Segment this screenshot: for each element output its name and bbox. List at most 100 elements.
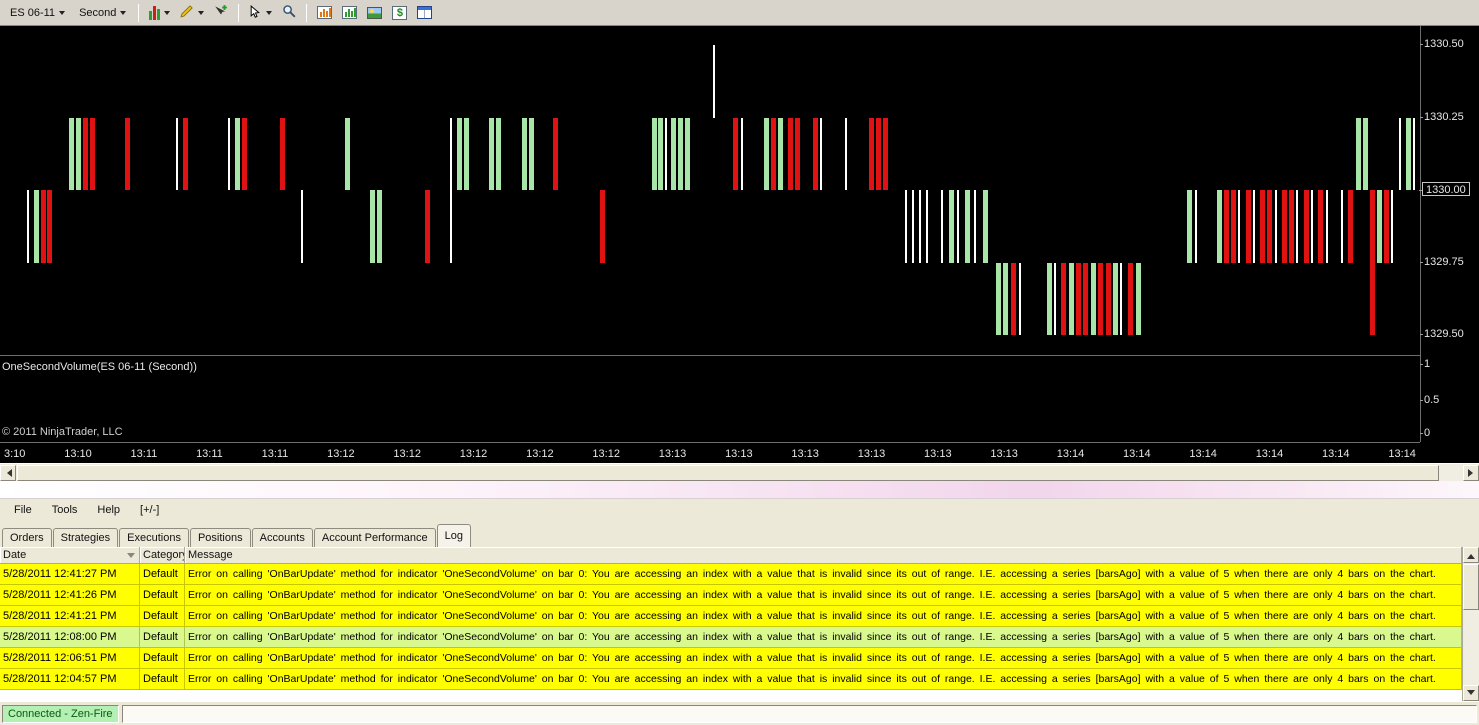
scroll-up-button[interactable]: [1463, 547, 1479, 563]
price-bar: [1246, 190, 1251, 263]
price-bar: [905, 190, 907, 263]
chart-trader-button[interactable]: $: [388, 2, 411, 24]
price-bar: [876, 117, 881, 190]
control-center-header-strip: [0, 481, 1479, 499]
column-header-message[interactable]: Message: [185, 547, 1462, 563]
time-axis-label: 13:11: [130, 447, 158, 460]
log-row[interactable]: 5/28/2011 12:04:57 PM Default Error on cal…: [0, 669, 1462, 690]
chart-horizontal-scrollbar[interactable]: [0, 463, 1479, 481]
price-bar: [713, 45, 715, 118]
price-bar: [1260, 190, 1265, 263]
log-cell-msg: Error on calling 'OnBarUpdate' method fo…: [185, 669, 1462, 689]
price-bar: [1120, 262, 1122, 335]
price-bar: [764, 117, 769, 190]
chart-style-button[interactable]: [145, 2, 174, 24]
price-bar: [671, 117, 676, 190]
price-bar: [464, 117, 469, 190]
log-row[interactable]: 5/28/2011 12:41:27 PM Default Error on cal…: [0, 564, 1462, 585]
zoom-button[interactable]: [278, 2, 300, 24]
log-row[interactable]: 5/28/2011 12:41:21 PM Default Error on cal…: [0, 606, 1462, 627]
drawing-tools-button[interactable]: [176, 2, 208, 24]
volume-panel[interactable]: OneSecondVolume(ES 06-11 (Second)) © 201…: [0, 356, 1420, 441]
price-bar: [377, 190, 382, 263]
price-axis-label: 1329.75: [1420, 255, 1464, 268]
log-cell-date: 5/28/2011 12:41:27 PM: [0, 564, 140, 584]
price-bar: [83, 117, 88, 190]
price-bar: [974, 190, 976, 263]
log-row[interactable]: 5/28/2011 12:06:51 PM Default Error on cal…: [0, 648, 1462, 669]
price-bar: [1195, 190, 1197, 263]
price-bar: [176, 117, 178, 190]
log-vertical-scrollbar[interactable]: [1462, 547, 1479, 701]
scroll-right-button[interactable]: [1463, 465, 1479, 481]
price-axis[interactable]: 1330.50 1330.25 1330.00 1329.75 1329.50: [1419, 26, 1479, 355]
tab-account-performance[interactable]: Account Performance: [313, 528, 436, 547]
log-cell-date: 5/28/2011 12:04:57 PM: [0, 669, 140, 689]
price-bar: [1098, 262, 1103, 335]
menu-tools[interactable]: Tools: [42, 501, 88, 519]
time-axis-label: 13:14: [1056, 447, 1085, 460]
price-axis-label: 1330.50: [1420, 38, 1464, 50]
price-bar: [820, 117, 822, 190]
sort-descending-icon: [127, 553, 135, 562]
price-bar: [788, 117, 793, 190]
price-bar: [34, 190, 39, 263]
add-object-button[interactable]: [210, 2, 232, 24]
status-bar: Connected - Zen-Fire: [0, 701, 1479, 725]
menu-help[interactable]: Help: [87, 501, 130, 519]
price-bar: [658, 117, 663, 190]
time-axis-label: 13:14: [1123, 447, 1151, 460]
period-selector[interactable]: Second: [73, 3, 132, 23]
column-header-category[interactable]: Category: [140, 547, 185, 563]
price-bar: [733, 117, 738, 190]
toolbar-separator: [238, 3, 240, 22]
price-bar: [1341, 190, 1343, 263]
volume-axis-label: 0: [1419, 427, 1431, 439]
price-bar: [301, 190, 303, 263]
log-cell-cat: Default: [140, 564, 185, 584]
column-header-date[interactable]: Date: [0, 547, 140, 563]
snapshot-button[interactable]: [363, 2, 386, 24]
tab-strategies[interactable]: Strategies: [52, 528, 119, 547]
price-bar: [1136, 262, 1141, 335]
scrollbar-thumb[interactable]: [17, 465, 1439, 481]
menu-file[interactable]: File: [4, 501, 42, 519]
tab-positions[interactable]: Positions: [189, 528, 251, 547]
price-bar: [1399, 117, 1401, 190]
price-bar: [1267, 190, 1272, 263]
data-series-button[interactable]: [313, 2, 336, 24]
chart-panel-button[interactable]: [338, 2, 361, 24]
menu-collapse-toggle[interactable]: [+/-]: [130, 501, 169, 519]
tab-executions[interactable]: Executions: [119, 528, 189, 547]
log-row[interactable]: 5/28/2011 12:08:00 PM Default Error on cal…: [0, 627, 1462, 648]
time-axis-label: 13:12: [327, 447, 355, 460]
log-rows: 5/28/2011 12:41:27 PM Default Error on cal…: [0, 564, 1462, 690]
price-bar: [1282, 190, 1287, 263]
log-cell-cat: Default: [140, 669, 185, 689]
price-panel[interactable]: [0, 26, 1420, 355]
chevron-down-icon: [198, 11, 205, 18]
tab-accounts[interactable]: Accounts: [251, 528, 313, 547]
scrollbar-thumb[interactable]: [1463, 564, 1479, 610]
log-row[interactable]: 5/28/2011 12:41:26 PM Default Error on cal…: [0, 585, 1462, 606]
price-bar: [1003, 262, 1008, 335]
chart-trader-icon: $: [392, 5, 408, 20]
cursor-button[interactable]: [245, 2, 276, 24]
price-bar: [1413, 117, 1415, 190]
price-bar: [1061, 262, 1066, 335]
scroll-down-button[interactable]: [1463, 685, 1479, 701]
price-bar: [1326, 190, 1328, 263]
scroll-left-button[interactable]: [0, 465, 16, 481]
instrument-selector[interactable]: ES 06-11: [4, 3, 71, 23]
time-axis[interactable]: 3:10 13:10 13:11 13:11 13:11 13:12 13:12 13:12 1…: [0, 442, 1420, 463]
tab-log[interactable]: Log: [436, 524, 471, 547]
tab-orders[interactable]: Orders: [2, 528, 52, 547]
current-price-marker: 1330.00: [1419, 182, 1470, 196]
volume-axis[interactable]: 1 0.5 0: [1419, 356, 1479, 442]
time-axis-label: 13:13: [990, 447, 1018, 460]
properties-button[interactable]: [413, 2, 436, 24]
time-axis-label: 13:12: [459, 447, 488, 460]
time-axis-label: 13:14: [1388, 447, 1416, 460]
chevron-down-icon: [59, 11, 66, 18]
price-bar: [553, 117, 558, 190]
